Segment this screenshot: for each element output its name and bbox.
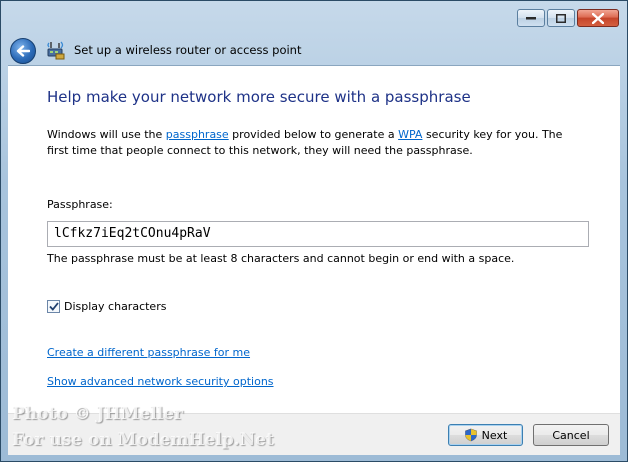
wizard-content: Help make your network more secure with …	[8, 65, 620, 414]
next-button-label: Next	[481, 428, 508, 442]
wizard-nav-bar: Set up a wireless router or access point	[1, 35, 627, 65]
page-heading: Help make your network more secure with …	[47, 88, 471, 106]
advanced-security-link[interactable]: Show advanced network security options	[47, 375, 274, 388]
close-button[interactable]	[577, 9, 619, 27]
maximize-button[interactable]	[547, 9, 575, 27]
watermark-line-2: For use on ModemHelp.Net	[12, 430, 274, 450]
cancel-button[interactable]: Cancel	[533, 424, 609, 446]
create-passphrase-link[interactable]: Create a different passphrase for me	[47, 346, 250, 359]
display-characters-checkbox[interactable]	[47, 300, 60, 313]
watermark-line-1: Photo © JHMeller	[12, 404, 183, 424]
description-part2: provided below to generate a	[228, 128, 399, 141]
wpa-link[interactable]: WPA	[398, 128, 422, 141]
minimize-icon	[526, 17, 536, 20]
title-bar	[1, 1, 627, 35]
description-part1: Windows will use the	[47, 128, 166, 141]
checkmark-icon	[48, 302, 59, 311]
passphrase-input[interactable]: lCfkz7iEq2tCOnu4pRaV	[47, 221, 589, 247]
passphrase-hint: The passphrase must be at least 8 charac…	[47, 252, 515, 265]
back-arrow-icon	[16, 45, 30, 57]
back-button[interactable]	[10, 38, 36, 64]
display-characters-row: Display characters	[47, 300, 166, 313]
passphrase-label: Passphrase:	[47, 198, 113, 211]
display-characters-label[interactable]: Display characters	[64, 300, 166, 313]
window-title: Set up a wireless router or access point	[74, 43, 302, 57]
wizard-window: Set up a wireless router or access point…	[0, 0, 628, 462]
passphrase-link[interactable]: passphrase	[166, 128, 229, 141]
description-text: Windows will use the passphrase provided…	[47, 127, 587, 159]
wireless-router-icon	[47, 41, 65, 60]
close-icon	[592, 12, 604, 24]
maximize-icon	[556, 13, 566, 23]
next-button[interactable]: Next	[448, 424, 523, 446]
minimize-button[interactable]	[517, 9, 545, 27]
caption-buttons	[517, 9, 619, 27]
uac-shield-icon	[464, 428, 477, 442]
